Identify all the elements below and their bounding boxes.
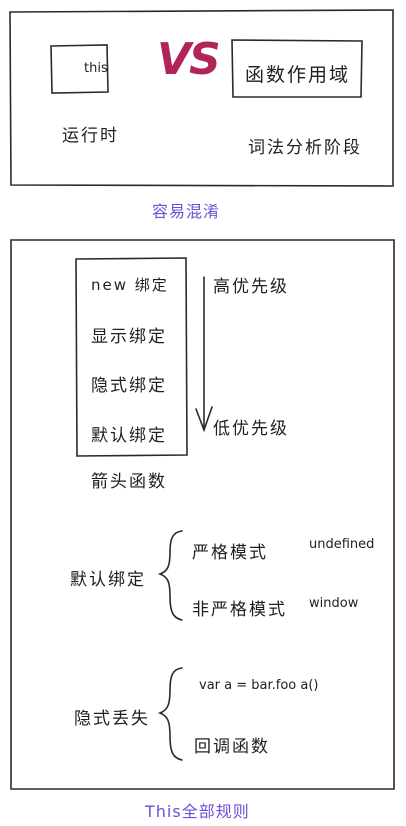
non-strict-mode-value: window: [309, 596, 359, 611]
runtime-label: 运行时: [62, 126, 119, 146]
implicit-loss-brace: [157, 667, 183, 761]
sketch-lines: [9, 9, 395, 790]
caption-confusing: 容易混淆: [152, 202, 221, 221]
strict-mode-label: 严格模式: [192, 543, 268, 563]
strict-mode-value: undefined: [309, 537, 375, 552]
low-priority-label: 低优先级: [213, 419, 289, 439]
this-label: this: [84, 61, 108, 76]
binding-item-implicit: 隐式绑定: [91, 376, 167, 396]
binding-item-explicit: 显示绑定: [91, 327, 167, 347]
caption-all-this-rules: This全部规则: [145, 802, 250, 821]
binding-item-new: new 绑定: [91, 276, 169, 294]
binding-item-default: 默认绑定: [91, 426, 167, 446]
implicit-loss-case-assignment: var a = bar.foo a(): [199, 678, 319, 693]
high-priority-label: 高优先级: [213, 277, 289, 297]
default-binding-brace: [157, 530, 183, 621]
non-strict-mode-label: 非严格模式: [192, 600, 287, 620]
vs-label: VS: [157, 34, 221, 85]
panel2-frame: [10, 239, 395, 790]
implicit-loss-label: 隐式丢失: [74, 709, 150, 729]
default-binding-label: 默认绑定: [70, 570, 146, 590]
implicit-loss-case-callback: 回调函数: [194, 737, 270, 757]
arrow-function-label: 箭头函数: [91, 472, 167, 492]
lexical-phase-label: 词法分析阶段: [248, 138, 362, 158]
function-scope-label: 函数作用域: [245, 64, 351, 86]
